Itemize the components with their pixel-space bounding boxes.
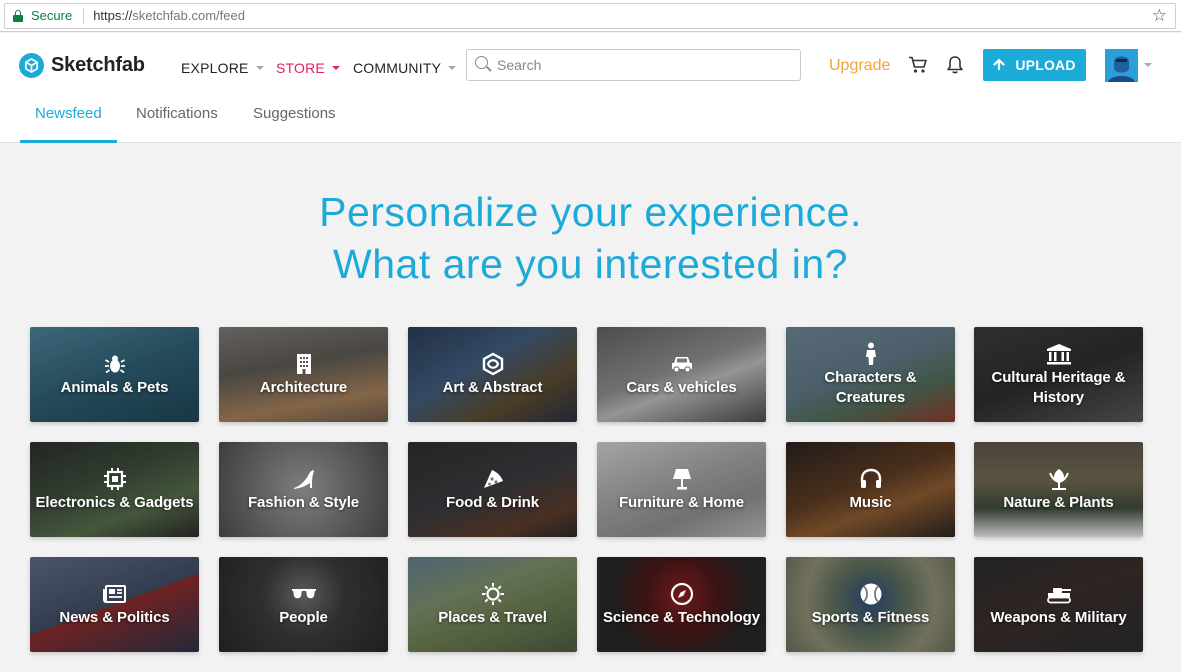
- category-card-people[interactable]: People: [219, 557, 388, 652]
- sun-icon: [480, 582, 506, 606]
- category-label: Places & Travel: [438, 608, 547, 626]
- abstract-icon: [480, 352, 506, 376]
- category-label: People: [279, 608, 328, 626]
- category-card-music[interactable]: Music: [786, 442, 955, 537]
- chevron-down-icon: [331, 66, 340, 70]
- search-icon: [475, 56, 493, 74]
- category-label: Furniture & Home: [618, 493, 745, 511]
- hero-line-1: Personalize your experience.: [319, 189, 862, 235]
- category-card-furniture-home[interactable]: Furniture & Home: [597, 442, 766, 537]
- sketchfab-logo[interactable]: Sketchfab: [19, 53, 145, 78]
- pizza-icon: [480, 467, 506, 491]
- upload-arrow-icon: [993, 57, 1005, 73]
- chip-icon: [102, 467, 128, 491]
- hero-line-2: What are you interested in?: [333, 241, 848, 287]
- tab-notifications[interactable]: Notifications: [136, 105, 218, 122]
- upload-label: UPLOAD: [1015, 57, 1076, 73]
- sketchfab-cube-icon: [19, 53, 44, 78]
- category-label: Nature & Plants: [1003, 493, 1114, 511]
- category-card-cultural-heritage-history[interactable]: Cultural Heritage & History: [974, 327, 1143, 422]
- category-card-animals-pets[interactable]: Animals & Pets: [30, 327, 199, 422]
- nav-store-label: STORE: [276, 60, 325, 76]
- person-icon: [858, 342, 884, 366]
- cart-icon[interactable]: [908, 56, 928, 74]
- category-label: Characters & Creatures: [824, 368, 917, 406]
- lock-icon: [13, 9, 23, 22]
- category-card-food-drink[interactable]: Food & Drink: [408, 442, 577, 537]
- museum-icon: [1046, 342, 1072, 366]
- sunglasses-icon: [291, 582, 317, 606]
- tank-icon: [1046, 582, 1072, 606]
- headphones-icon: [858, 467, 884, 491]
- category-card-characters-creatures[interactable]: Characters & Creatures: [786, 327, 955, 422]
- flower-icon: [1046, 467, 1072, 491]
- category-label: Science & Technology: [603, 608, 760, 626]
- tennis-ball-icon: [858, 582, 884, 606]
- avatar[interactable]: [1105, 49, 1138, 82]
- category-label: Weapons & Military: [990, 608, 1127, 626]
- nav-community-label: COMMUNITY: [353, 60, 442, 76]
- category-card-science-technology[interactable]: Science & Technology: [597, 557, 766, 652]
- category-card-weapons-military[interactable]: Weapons & Military: [974, 557, 1143, 652]
- category-label: Sports & Fitness: [811, 608, 930, 626]
- category-card-electronics-gadgets[interactable]: Electronics & Gadgets: [30, 442, 199, 537]
- hero-heading: Personalize your experience. What are yo…: [0, 186, 1181, 290]
- category-label: Cars & vehicles: [626, 378, 737, 396]
- search-input[interactable]: [497, 57, 787, 73]
- category-card-cars-vehicles[interactable]: Cars & vehicles: [597, 327, 766, 422]
- category-label: Music: [849, 493, 892, 511]
- site-header: Sketchfab EXPLORE STORE COMMUNITY Upgrad…: [0, 33, 1181, 143]
- category-card-art-abstract[interactable]: Art & Abstract: [408, 327, 577, 422]
- category-label: Fashion & Style: [247, 493, 360, 511]
- url-host-path: sketchfab.com/feed: [132, 8, 245, 23]
- category-card-nature-plants[interactable]: Nature & Plants: [974, 442, 1143, 537]
- category-card-sports-fitness[interactable]: Sports & Fitness: [786, 557, 955, 652]
- bookmark-star-icon[interactable]: ☆: [1152, 7, 1167, 24]
- upgrade-link[interactable]: Upgrade: [829, 57, 890, 75]
- car-icon: [669, 352, 695, 376]
- category-card-news-politics[interactable]: News & Politics: [30, 557, 199, 652]
- category-label: Electronics & Gadgets: [35, 493, 194, 511]
- secure-label: Secure: [31, 8, 73, 23]
- logo-text: Sketchfab: [51, 54, 145, 76]
- bell-icon[interactable]: [946, 55, 964, 75]
- upload-button[interactable]: UPLOAD: [983, 49, 1086, 81]
- compass-icon: [669, 582, 695, 606]
- url-scheme: https://: [93, 8, 133, 23]
- category-label: Art & Abstract: [442, 378, 543, 396]
- chevron-down-icon: [448, 66, 457, 70]
- building-icon: [291, 352, 317, 376]
- category-label: Animals & Pets: [60, 378, 169, 396]
- nav-store[interactable]: STORE: [276, 60, 340, 76]
- nav-explore[interactable]: EXPLORE: [181, 60, 264, 76]
- chevron-down-icon[interactable]: [1144, 63, 1152, 67]
- search-box[interactable]: [466, 49, 801, 81]
- newspaper-icon: [102, 582, 128, 606]
- category-label: Food & Drink: [446, 493, 539, 511]
- url-box[interactable]: Secure https://sketchfab.com/feed ☆: [4, 2, 1176, 29]
- chevron-down-icon: [255, 66, 264, 70]
- browser-address-bar: Secure https://sketchfab.com/feed ☆: [0, 0, 1181, 32]
- address-divider: [83, 7, 85, 24]
- category-label: Cultural Heritage & History: [991, 368, 1126, 406]
- tab-suggestions[interactable]: Suggestions: [253, 105, 336, 122]
- active-tab-indicator: [20, 140, 117, 143]
- nav-community[interactable]: COMMUNITY: [353, 60, 457, 76]
- tab-newsfeed[interactable]: Newsfeed: [35, 105, 102, 122]
- lamp-icon: [669, 467, 695, 491]
- high-heel-icon: [291, 467, 317, 491]
- category-card-places-travel[interactable]: Places & Travel: [408, 557, 577, 652]
- bug-icon: [102, 352, 128, 376]
- nav-explore-label: EXPLORE: [181, 60, 249, 76]
- category-card-architecture[interactable]: Architecture: [219, 327, 388, 422]
- category-label: Architecture: [259, 378, 348, 396]
- category-card-fashion-style[interactable]: Fashion & Style: [219, 442, 388, 537]
- category-label: News & Politics: [59, 608, 170, 626]
